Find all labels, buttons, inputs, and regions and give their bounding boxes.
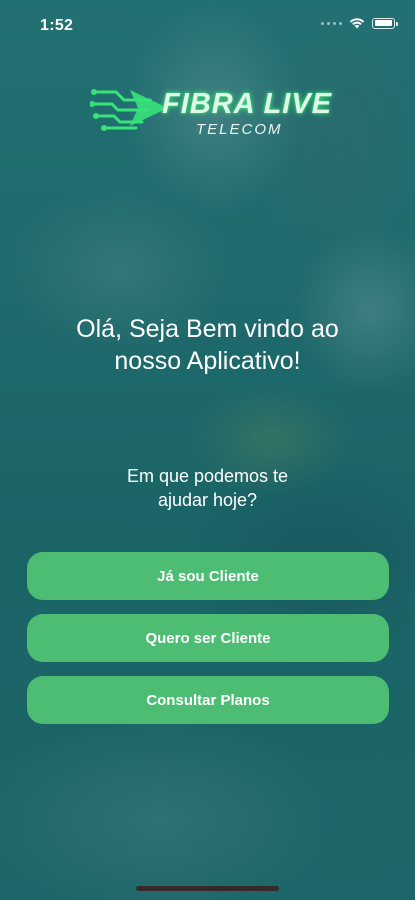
view-plans-button[interactable]: Consultar Planos [27,676,389,724]
wifi-icon [349,18,365,29]
help-prompt-line-2: ajudar hoje? [157,490,258,510]
help-prompt-line-1: Em que podemos te [126,466,289,486]
battery-icon [372,17,398,29]
welcome-title-line-2: nosso Aplicativo! [114,347,301,375]
welcome-title: Olá, Seja Bem vindo ao nosso Aplicativo! [20,313,395,377]
welcome-title-line-1: Olá, Seja Bem vindo ao [76,315,339,343]
home-indicator[interactable] [136,886,279,891]
brand-name: FIBRA LIVE [162,88,333,120]
brand-tagline: TELECOM [196,121,283,138]
welcome-screen: 1:52 FIBRA LIVE TELECOM Olá, Seja Bem vi… [0,0,415,900]
become-client-button[interactable]: Quero ser Cliente [27,614,389,662]
status-bar: 1:52 [0,0,415,52]
brand-logo: FIBRA LIVE TELECOM [90,84,333,144]
help-prompt: Em que podemos te ajudar hoje? [60,464,355,512]
status-icons [321,17,398,29]
existing-client-button[interactable]: Já sou Cliente [27,552,389,600]
signal-icon [321,21,342,25]
status-time: 1:52 [40,17,74,34]
fiber-logo-icon [90,89,168,131]
